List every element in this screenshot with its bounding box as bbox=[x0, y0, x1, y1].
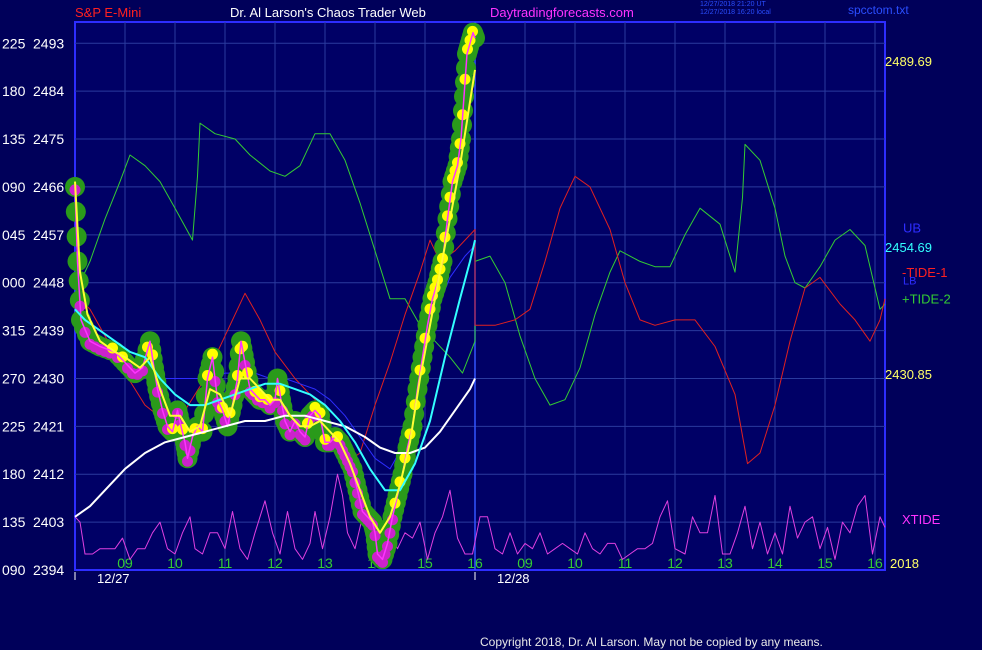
x-tick-label: 10 bbox=[567, 555, 583, 571]
x-tick-label: 11 bbox=[218, 555, 233, 571]
y-tick-angle: 180 bbox=[2, 83, 26, 99]
y-tick-angle: 090 bbox=[2, 562, 26, 578]
x-tick-label: 13 bbox=[317, 555, 333, 571]
y-tick-price: 2412 bbox=[33, 466, 64, 482]
x-tick-label: 12 bbox=[267, 555, 283, 571]
x-tick-label: 16 bbox=[467, 555, 483, 571]
x-tick-label: 12 bbox=[667, 555, 683, 571]
tide2-legend: +TIDE-2 bbox=[902, 292, 951, 307]
timestamp-local: 12/27/2018 16:20 local bbox=[700, 9, 771, 16]
y-tick-price: 2448 bbox=[33, 275, 64, 291]
y-tick-price: 2466 bbox=[33, 179, 64, 195]
right-level-label: 2454.69 bbox=[885, 240, 932, 255]
data-file-label: spcctom.txt bbox=[848, 3, 909, 17]
lb-label: LB bbox=[903, 276, 916, 288]
x-tick-label: 15 bbox=[817, 555, 833, 571]
y-tick-price: 2484 bbox=[33, 83, 64, 99]
y-tick-price: 2439 bbox=[33, 323, 64, 339]
y-tick-angle: 225 bbox=[2, 35, 26, 51]
x-tick-label: 10 bbox=[167, 555, 183, 571]
plot-area bbox=[74, 21, 886, 571]
y-tick-price: 2421 bbox=[33, 418, 64, 434]
y-tick-angle: 270 bbox=[2, 370, 26, 386]
y-tick-price: 2430 bbox=[33, 370, 64, 386]
y-tick-angle: 000 bbox=[2, 275, 26, 291]
x-tick-label: 15 bbox=[417, 555, 433, 571]
x-tick-label: 09 bbox=[517, 555, 533, 571]
y-tick-angle: 135 bbox=[2, 131, 26, 147]
copyright-notice: Copyright 2018, Dr. Al Larson. May not b… bbox=[480, 635, 823, 649]
x-date-label: 12/28 bbox=[497, 571, 530, 586]
right-level-label: 2489.69 bbox=[885, 54, 932, 69]
timestamp-utc: 12/27/2018 21:20 UT bbox=[700, 1, 766, 8]
x-tick-label: 09 bbox=[117, 555, 133, 571]
x-tick-label: 14 bbox=[767, 555, 783, 571]
y-tick-price: 2457 bbox=[33, 227, 64, 243]
y-tick-price: 2493 bbox=[33, 35, 64, 51]
ub-label: UB bbox=[903, 220, 921, 235]
y-tick-price: 2475 bbox=[33, 131, 64, 147]
x-tick-label: 16 bbox=[867, 555, 883, 571]
chart-canvas: 090 2394 135 2403 180 2412 225 2421 270 2430 315 24… bbox=[0, 0, 982, 650]
y-tick-angle: 225 bbox=[2, 418, 26, 434]
x-tick-label: 13 bbox=[717, 555, 733, 571]
right-level-label: 2430.85 bbox=[885, 367, 932, 382]
page-title: Dr. Al Larson's Chaos Trader Web bbox=[230, 5, 426, 20]
y-tick-angle: 135 bbox=[2, 514, 26, 530]
y-tick-angle: 090 bbox=[2, 179, 26, 195]
x-date-label: 12/27 bbox=[97, 571, 130, 586]
y-tick-price: 2403 bbox=[33, 514, 64, 530]
y-tick-price: 2394 bbox=[33, 562, 64, 578]
y-tick-angle: 180 bbox=[2, 466, 26, 482]
year-label: 2018 bbox=[890, 556, 919, 571]
site-link[interactable]: Daytradingforecasts.com bbox=[490, 5, 634, 20]
symbol-label: S&P E-Mini bbox=[75, 5, 142, 20]
y-tick-angle: 315 bbox=[2, 323, 26, 339]
y-tick-angle: 045 bbox=[2, 227, 26, 243]
xtide-legend: XTIDE bbox=[902, 512, 941, 527]
